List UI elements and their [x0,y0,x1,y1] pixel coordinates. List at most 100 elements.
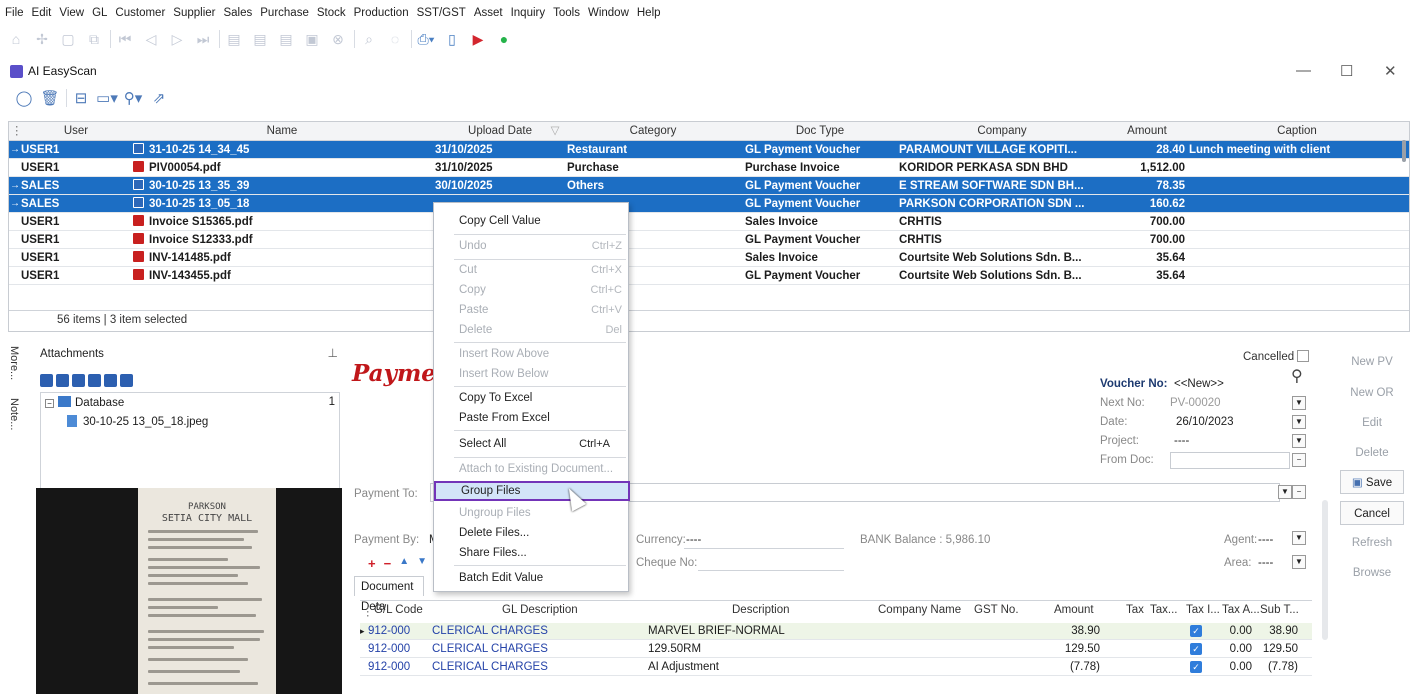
detail-header-tax[interactable]: Tax [1126,604,1144,616]
detail-header-gl-code[interactable]: G/L Code [374,604,423,616]
agent-dropdown[interactable]: ▼ [1292,531,1306,545]
date-value[interactable]: 26/10/2023 [1176,416,1234,428]
column-header-upload-date[interactable]: Upload Date [435,122,565,141]
tax-inclusive-checkbox[interactable]: ✓ [1190,625,1202,637]
new-or-button[interactable]: New OR [1340,381,1404,405]
cancel-icon[interactable]: ⊗ [328,29,348,49]
form-scrollbar[interactable] [1322,500,1328,640]
browse-button[interactable]: Browse [1340,561,1404,585]
menu-item-share-files[interactable]: Share Files... [434,543,630,563]
menu-edit[interactable]: Edit [32,7,52,19]
cell-description[interactable]: 129.50RM [648,641,701,658]
menu-item-insert-row-below[interactable]: Insert Row Below [434,364,630,384]
detail-header-amount[interactable]: Amount [1054,604,1094,616]
tax-inclusive-checkbox[interactable]: ✓ [1190,661,1202,673]
menu-item-copy-cell-value[interactable]: Copy Cell Value [434,211,630,231]
table-row[interactable]: → USER1 31-10-25 14_34_45 31/10/2025 Res… [9,141,1409,159]
maximize-button[interactable]: ☐ [1340,62,1353,80]
preview-icon[interactable]: ▯ [442,29,462,49]
menu-help[interactable]: Help [637,7,661,19]
save-icon[interactable]: ▣ [302,29,322,49]
tab-document-details[interactable]: Document Deta [354,576,424,613]
detail-header-company-name[interactable]: Company Name [878,604,961,616]
detail-header-subtotal[interactable]: Sub T... [1260,604,1299,616]
next-record-icon[interactable]: ▷ [167,29,187,49]
search-icon[interactable]: ⌕ [359,29,379,49]
detail-header-tax-amount[interactable]: Tax A... [1222,604,1260,616]
add-attachment-icon[interactable] [40,374,53,387]
refresh-icon[interactable]: ◯ [14,88,34,108]
column-chooser-icon[interactable]: ⋮ [362,604,374,618]
cell-amount[interactable]: (7.78) [1050,659,1100,676]
edit-attachment-icon[interactable] [72,374,85,387]
user-icon[interactable]: ⚲▾ [123,88,143,108]
payment-to-dropdown[interactable]: ▼ [1278,485,1292,499]
close-button[interactable]: ✕ [1384,62,1397,80]
column-header-caption[interactable]: Caption [1189,122,1405,141]
menu-item-undo[interactable]: Undo Ctrl+Z [434,236,630,256]
open-icon[interactable]: ▢ [58,29,78,49]
table-row[interactable]: USER1 INV-143455.pdf GL Payment Voucher … [9,267,1409,285]
currency-value[interactable]: ---- [686,534,701,546]
menu-gl[interactable]: GL [92,7,107,19]
menu-item-insert-row-above[interactable]: Insert Row Above [434,344,630,364]
menu-item-paste[interactable]: Paste Ctrl+V [434,300,630,320]
tree-node-file[interactable]: 30-10-25 13_05_18.jpeg [67,415,208,428]
area-value[interactable]: ---- [1258,557,1273,569]
first-record-icon[interactable]: ⏮ [115,29,135,49]
trash-icon[interactable]: 🗑 [40,88,60,108]
menu-view[interactable]: View [59,7,84,19]
delete-button[interactable]: Delete [1340,441,1404,465]
cell-gl-code[interactable]: 912-000 [368,623,410,640]
note-side-tab[interactable]: Note... [6,398,20,430]
refresh-icon[interactable]: ◌ [385,29,405,49]
area-dropdown[interactable]: ▼ [1292,555,1306,569]
table-row[interactable]: USER1 Invoice S12333.pdf GL Payment Vouc… [9,231,1409,249]
table-row[interactable]: → SALES 30-10-25 13_05_18 GL Payment Vou… [9,195,1409,213]
project-dropdown[interactable]: ▼ [1292,434,1306,448]
document-icon[interactable]: ▤ [276,29,296,49]
save-button[interactable]: ▣ Save [1340,470,1404,494]
document-icon[interactable]: ▤ [224,29,244,49]
menu-production[interactable]: Production [354,7,409,19]
cell-description[interactable]: MARVEL BRIEF-NORMAL [648,623,785,640]
menu-item-select-all[interactable]: Select All Ctrl+A [434,434,630,454]
menu-sst-gst[interactable]: SST/GST [417,7,466,19]
cell-amount[interactable]: 38.90 [1050,623,1100,640]
detail-header-tax-inclusive[interactable]: Tax I... [1186,604,1220,616]
cell-amount[interactable]: 129.50 [1050,641,1100,658]
date-dropdown[interactable]: ▼ [1292,415,1306,429]
column-header-user[interactable]: User [23,122,129,141]
menu-inquiry[interactable]: Inquiry [511,7,546,19]
detail-header-gl-description[interactable]: GL Description [502,604,578,616]
minimize-button[interactable]: — [1296,62,1311,79]
save-attachment-icon[interactable] [104,374,117,387]
pin-icon[interactable]: ⊥ [328,346,338,360]
menu-item-copy-to-excel[interactable]: Copy To Excel [434,388,630,408]
voucher-no-value[interactable]: <<New>> [1174,378,1224,390]
payment-to-button[interactable]: − [1292,485,1306,499]
checkbox-icon[interactable] [1297,350,1310,362]
table-row[interactable]: → SALES 30-10-25 13_35_39 30/10/2025 Oth… [9,177,1409,195]
prev-record-icon[interactable]: ◁ [141,29,161,49]
collapse-icon[interactable]: − [45,399,54,408]
sort-icon[interactable]: ▽ [549,122,561,141]
menu-file[interactable]: File [5,7,24,19]
menu-asset[interactable]: Asset [474,7,503,19]
menu-item-batch-edit-value[interactable]: Batch Edit Value [434,568,630,588]
last-record-icon[interactable]: ⏭ [193,29,213,49]
menu-item-delete-files[interactable]: Delete Files... [434,523,630,543]
edit-button[interactable]: Edit [1340,411,1404,435]
open-attachment-icon[interactable] [56,374,69,387]
detail-header-gst-no[interactable]: GST No. [974,604,1019,616]
move-up-icon[interactable]: ▲ [399,556,409,571]
layout-icon[interactable]: ▭▾ [96,88,118,108]
menu-purchase[interactable]: Purchase [260,7,309,19]
more-side-tab[interactable]: More... [6,346,20,380]
add-icon[interactable]: ✢ [32,29,52,49]
detail-row[interactable]: ▸ 912-000 CLERICAL CHARGES MARVEL BRIEF-… [360,623,1312,640]
menu-item-cut[interactable]: Cut Ctrl+X [434,260,630,280]
menu-stock[interactable]: Stock [317,7,346,19]
menu-item-group-files[interactable]: Group Files [434,481,630,501]
refresh-button[interactable]: Refresh [1340,531,1404,555]
